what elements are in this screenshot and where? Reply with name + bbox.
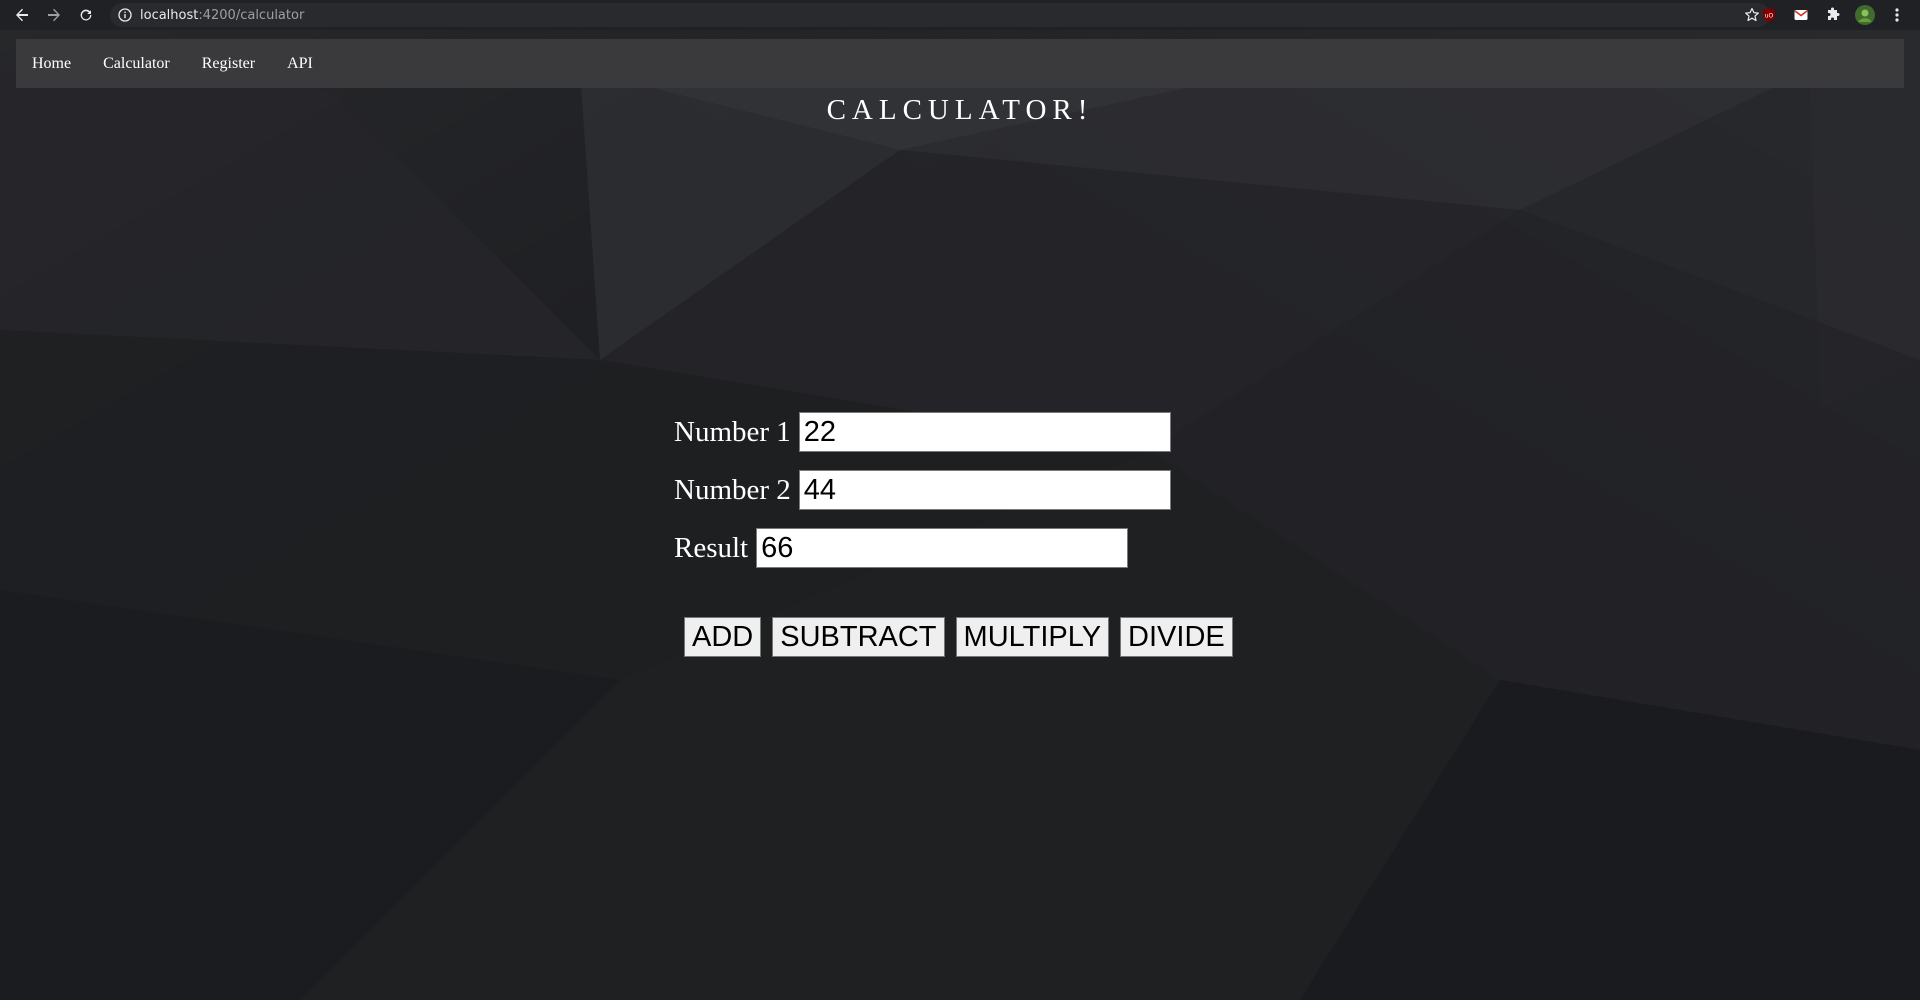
page-viewport: Home Calculator Register API CALCULATOR!… bbox=[0, 30, 1920, 1000]
nav-link-home[interactable]: Home bbox=[32, 55, 71, 73]
menu-kebab-icon[interactable] bbox=[1886, 4, 1908, 26]
result-input[interactable] bbox=[756, 528, 1129, 568]
number1-row: Number 1 bbox=[674, 412, 1171, 452]
result-row: Result bbox=[674, 528, 1171, 568]
subtract-button[interactable]: SUBTRACT bbox=[772, 617, 945, 657]
svg-text:uO: uO bbox=[1765, 13, 1774, 20]
puzzle-extension-icon[interactable] bbox=[1822, 4, 1844, 26]
ublock-extension-icon[interactable]: uO bbox=[1758, 4, 1780, 26]
calculator-form: Number 1 Number 2 Result bbox=[674, 412, 1171, 586]
number2-label: Number 2 bbox=[674, 473, 791, 506]
gmail-extension-icon[interactable] bbox=[1790, 4, 1812, 26]
page-title: CALCULATOR! bbox=[826, 94, 1094, 126]
number2-input[interactable] bbox=[798, 470, 1171, 510]
info-icon[interactable] bbox=[118, 8, 132, 22]
address-bar[interactable]: localhost:4200/calculator bbox=[110, 3, 1770, 27]
forward-arrow-icon[interactable] bbox=[38, 0, 70, 30]
divide-button[interactable]: DIVIDE bbox=[1120, 617, 1233, 657]
add-button[interactable]: ADD bbox=[684, 617, 762, 657]
back-arrow-icon[interactable] bbox=[6, 0, 38, 30]
result-label: Result bbox=[674, 531, 749, 564]
top-navbar: Home Calculator Register API bbox=[16, 39, 1904, 88]
nav-link-api[interactable]: API bbox=[287, 55, 313, 73]
nav-link-calculator[interactable]: Calculator bbox=[103, 55, 170, 73]
operation-buttons: ADD SUBTRACT MULTIPLY DIVIDE bbox=[684, 617, 1233, 657]
url-host: localhost bbox=[140, 7, 199, 23]
browser-toolbar: localhost:4200/calculator uO bbox=[0, 0, 1920, 30]
reload-icon[interactable] bbox=[70, 0, 102, 30]
extensions-area: uO bbox=[1758, 0, 1920, 30]
number1-label: Number 1 bbox=[674, 415, 791, 448]
multiply-button[interactable]: MULTIPLY bbox=[955, 617, 1110, 657]
profile-avatar-icon[interactable] bbox=[1854, 4, 1876, 26]
nav-link-register[interactable]: Register bbox=[202, 55, 255, 73]
number2-row: Number 2 bbox=[674, 470, 1171, 510]
number1-input[interactable] bbox=[798, 412, 1171, 452]
url-path: :4200/calculator bbox=[198, 7, 305, 23]
